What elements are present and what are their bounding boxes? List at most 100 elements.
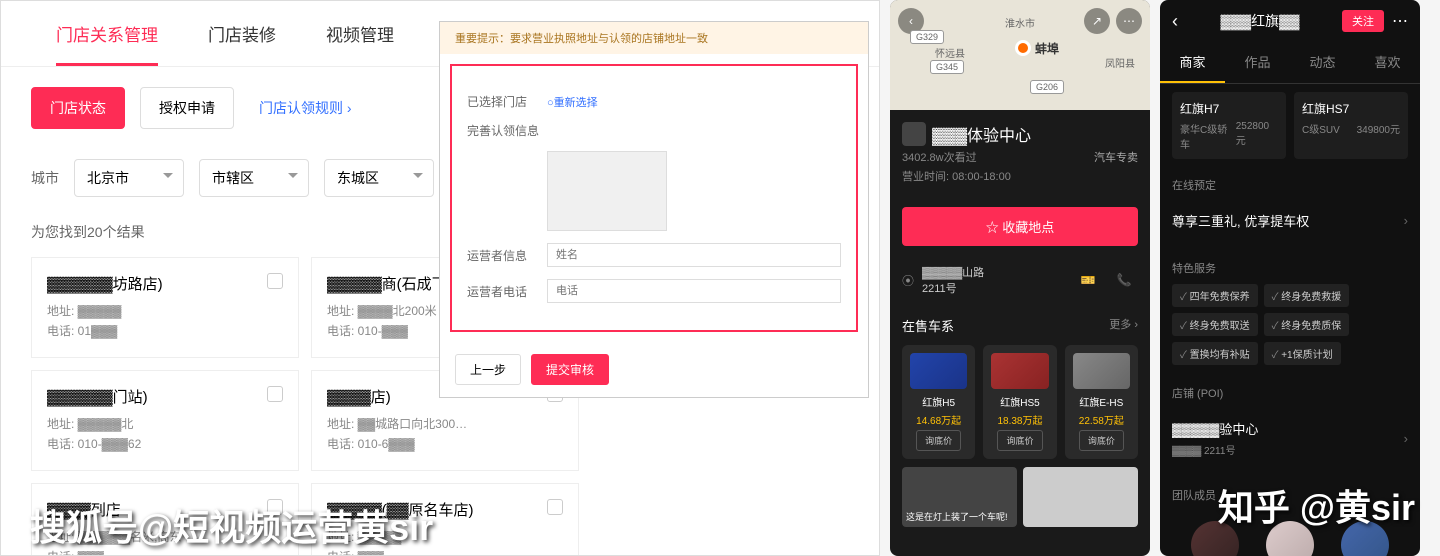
team-member[interactable]: 红旗颢▓ (1259, 521, 1322, 556)
inquire-button[interactable]: 询底价 (997, 430, 1042, 451)
tab-store-decor[interactable]: 门店装修 (183, 1, 301, 66)
tab-video-manage[interactable]: 视频管理 (301, 1, 419, 66)
district-select[interactable]: 市辖区 (199, 159, 309, 197)
chevron-right-icon: › (1404, 431, 1408, 446)
team-list: 红旗首席马郡红旗颢▓ 红旗小▓ (1172, 511, 1408, 556)
model-category: C级SUV (1302, 121, 1340, 136)
team-member[interactable]: 红旗首席马郡 (1184, 521, 1247, 556)
favorite-button[interactable]: ☆ 收藏地点 (902, 207, 1138, 246)
store-card[interactable]: ▓▓▓▓列店地址: ▓▓▓▓▓▓名米,高东电话: ▓▓▓ (31, 483, 299, 556)
road-badge: G329 (910, 30, 944, 44)
map-pin-icon (1015, 40, 1031, 56)
profile-topbar: ‹ ▓▓▓红旗▓▓ 关注 ⋯ (1160, 0, 1420, 42)
model-card[interactable]: 红旗H7豪华C级轿车252800元 (1172, 92, 1286, 159)
store-title: ▓▓▓体验中心 (902, 122, 1138, 146)
store-card[interactable]: ▓▓▓▓▓(▓▓原名车店)地址: ▓▓▓▓▓电话: ▓▓▓ (311, 483, 579, 556)
poi-row[interactable]: ▓▓▓▓▓验中心▓▓▓▓ 2211号 › (1172, 409, 1408, 467)
car-image (1073, 353, 1130, 389)
share-icon[interactable]: ↗ (1084, 8, 1110, 34)
follow-button[interactable]: 关注 (1342, 10, 1384, 32)
profile-tabs: 商家 作品 动态 喜欢 (1160, 42, 1420, 84)
auth-apply-button[interactable]: 授权申请 (140, 87, 234, 129)
operator-phone-input[interactable] (547, 279, 841, 303)
team-heading: 团队成员 (1172, 487, 1408, 503)
location-icon: ⦿ (902, 272, 914, 289)
store-address: 地址: ▓▓▓▓▓ (327, 528, 563, 545)
back-icon[interactable]: ‹ (1172, 11, 1178, 32)
model-card[interactable]: 红旗HS7 C级SUV 349800元 (1294, 92, 1408, 159)
claim-modal: 重要提示：要求营业执照地址与认领的店铺地址一致 已选择门店 ○重新选择 完善认领… (439, 21, 869, 398)
more-link[interactable]: 更多 › (1109, 316, 1138, 335)
video-thumb[interactable] (1023, 467, 1138, 527)
booking-row[interactable]: 尊享三重礼, 优享提车权› (1172, 201, 1408, 240)
tab-works[interactable]: 作品 (1225, 42, 1290, 83)
checkbox[interactable] (267, 273, 283, 289)
service-chip: 终身免费救援 (1264, 284, 1350, 307)
tab-likes[interactable]: 喜欢 (1355, 42, 1420, 83)
store-card[interactable]: ▓▓▓▓▓▓坊路店)地址: ▓▓▓▓▓电话: 01▓▓▓ (31, 257, 299, 358)
car-price: 22.58万起 (1073, 412, 1130, 427)
checkbox[interactable] (547, 499, 563, 515)
claim-rule-link[interactable]: 门店认领规则 › (249, 88, 362, 128)
store-management-panel: 门店关系管理 门店装修 视频管理 门店状态 授权申请 门店认领规则 › 城市 北… (0, 0, 880, 556)
store-status-button[interactable]: 门店状态 (31, 87, 125, 129)
operator-name-input[interactable] (547, 243, 841, 267)
store-card[interactable]: ▓▓▓▓▓▓门站)地址: ▓▓▓▓▓北电话: 010-▓▓▓62 (31, 370, 299, 471)
coupon-icon[interactable]: 🎫 (1074, 266, 1102, 294)
store-phone: 电话: ▓▓▓ (327, 548, 563, 556)
submit-review-button[interactable]: 提交审核 (531, 354, 609, 385)
checkbox[interactable] (267, 386, 283, 402)
store-phone: 电话: 010-6▓▓▓ (327, 435, 563, 452)
car-list: 红旗H514.68万起询底价红旗HS518.38万起询底价红旗E-HS22.58… (890, 345, 1150, 459)
team-member[interactable]: 红旗小▓ (1333, 521, 1396, 556)
inquire-button[interactable]: 询底价 (1079, 430, 1124, 451)
service-chip: 置换均有补贴 (1172, 342, 1258, 365)
prev-step-button[interactable]: 上一步 (455, 354, 521, 385)
address-row[interactable]: ⦿ ▓▓▓▓▓山路2211号 🎫 📞 (890, 254, 1150, 306)
category-tag: 汽车专卖 (1094, 149, 1138, 165)
phone-icon[interactable]: 📞 (1110, 266, 1138, 294)
model-category: 豪华C级轿车 (1180, 121, 1236, 151)
more-icon[interactable]: ⋯ (1116, 8, 1142, 34)
service-chip: 终身免费质保 (1264, 313, 1350, 336)
tab-activity[interactable]: 动态 (1290, 42, 1355, 83)
modal-body: 已选择门店 ○重新选择 完善认领信息 运营者信息 运营者电话 (450, 64, 858, 332)
operator-label: 运营者信息 (467, 247, 547, 264)
tab-merchant[interactable]: 商家 (1160, 42, 1225, 83)
store-name: ▓▓▓▓▓▓门站) (47, 386, 283, 407)
car-card[interactable]: 红旗HS5 18.38万起询底价 (983, 345, 1056, 459)
avatar (1341, 521, 1389, 556)
inquire-button[interactable]: 询底价 (916, 430, 961, 451)
map-city-label: 凤阳县 (1105, 55, 1135, 70)
model-name: 红旗HS7 (1302, 100, 1400, 117)
service-chip: 终身免费取送 (1172, 313, 1258, 336)
car-card[interactable]: 红旗E-HS 22.58万起询底价 (1065, 345, 1138, 459)
more-icon[interactable]: ⋯ (1392, 11, 1408, 31)
model-price: 252800元 (1236, 121, 1278, 151)
car-card[interactable]: 红旗H514.68万起询底价 (902, 345, 975, 459)
area-select[interactable]: 东城区 (324, 159, 434, 197)
car-name: 红旗E-HS (1073, 394, 1130, 409)
view-count: 3402.8w次看过 (902, 152, 977, 164)
avatar (1191, 521, 1239, 556)
reselect-link[interactable]: ○重新选择 (547, 94, 598, 110)
service-chips: 四年免费保养终身免费救援终身免费取送终身免费质保置换均有补贴 +1保质计划 (1172, 284, 1408, 365)
city-select[interactable]: 北京市 (74, 159, 184, 197)
car-price: 18.38万起 (991, 412, 1048, 427)
car-name: 红旗HS5 (991, 394, 1048, 409)
avatar (1266, 521, 1314, 556)
operator-phone-label: 运营者电话 (467, 283, 547, 300)
car-price: 14.68万起 (910, 412, 967, 427)
map-area[interactable]: ‹ ↗ ⋯ G329 G345 G206 淮水市 怀远县 蚌埠 凤阳县 (890, 0, 1150, 110)
checkbox[interactable] (267, 499, 283, 515)
store-address: 地址: ▓▓▓▓▓北 (47, 415, 283, 432)
tab-store-relation[interactable]: 门店关系管理 (31, 1, 183, 66)
cars-section-title: 在售车系 (902, 316, 954, 335)
chevron-right-icon: › (1404, 213, 1408, 228)
video-thumb[interactable]: 这是在灯上装了一个车呢! (902, 467, 1017, 527)
model-price: 349800元 (1357, 121, 1400, 136)
service-chip: +1保质计划 (1264, 342, 1341, 365)
service-chip: 四年免费保养 (1172, 284, 1258, 307)
store-name: ▓▓▓▓列店 (47, 499, 283, 520)
service-heading: 特色服务 (1172, 260, 1408, 276)
